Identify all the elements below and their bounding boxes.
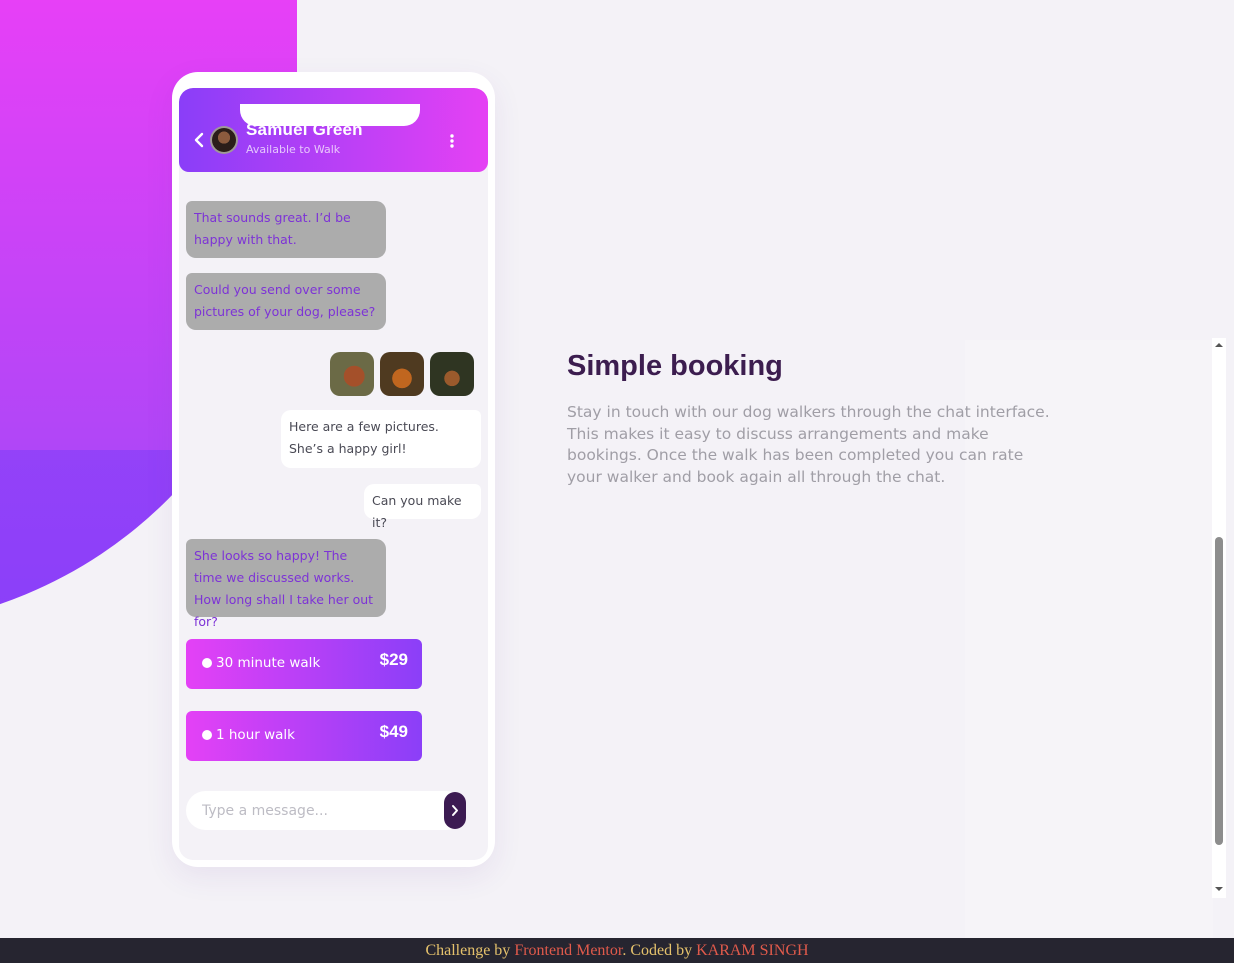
chevron-right-icon — [452, 805, 458, 816]
walk-option-label: 1 hour walk — [216, 727, 295, 743]
dog-photo[interactable] — [430, 352, 474, 396]
walk-option-price: $29 — [379, 650, 408, 669]
message-incoming: She looks so happy! The time we discusse… — [186, 539, 386, 629]
message-incoming: That sounds great. I’d be happy with tha… — [186, 201, 386, 258]
send-button[interactable] — [444, 792, 466, 829]
chevron-left-icon[interactable] — [193, 132, 205, 148]
avatar — [210, 126, 238, 154]
page: Samuel Green Available to Walk That soun… — [0, 0, 1234, 963]
author-link[interactable]: KARAM SINGH — [696, 942, 808, 959]
message-outgoing: Can you make it? — [364, 484, 481, 530]
frontend-mentor-link[interactable]: Frontend Mentor — [514, 942, 622, 959]
message-incoming: Could you send over some pictures of you… — [186, 273, 386, 330]
dog-photo[interactable] — [330, 352, 374, 396]
message-composer — [186, 791, 466, 830]
walk-option-30-minute[interactable]: 30 minute walk $29 — [186, 639, 422, 689]
dog-photo[interactable] — [380, 352, 424, 396]
walk-option-label: 30 minute walk — [216, 655, 321, 671]
walk-option-1-hour[interactable]: 1 hour walk $49 — [186, 711, 422, 761]
footer-prefix: Challenge by — [425, 942, 515, 959]
message-outgoing: Here are a few pictures. She’s a happy g… — [281, 410, 481, 468]
walk-option-price: $49 — [379, 722, 408, 741]
section-title: Simple booking — [567, 350, 783, 382]
section-description: Stay in touch with our dog walkers throu… — [567, 403, 1050, 486]
scroll-down-icon[interactable] — [1214, 884, 1224, 894]
radio-dot-icon — [202, 730, 212, 740]
footer: Challenge by Frontend Mentor. Coded by K… — [0, 938, 1234, 963]
more-vertical-icon[interactable] — [447, 133, 457, 149]
radio-dot-icon — [202, 658, 212, 668]
scroll-up-icon[interactable] — [1214, 340, 1224, 350]
contact-name: Samuel Green — [246, 120, 363, 139]
footer-middle: . Coded by — [622, 942, 697, 959]
message-input[interactable] — [200, 799, 434, 823]
scrollbar-thumb[interactable] — [1215, 537, 1223, 845]
contact-status: Available to Walk — [246, 143, 341, 156]
